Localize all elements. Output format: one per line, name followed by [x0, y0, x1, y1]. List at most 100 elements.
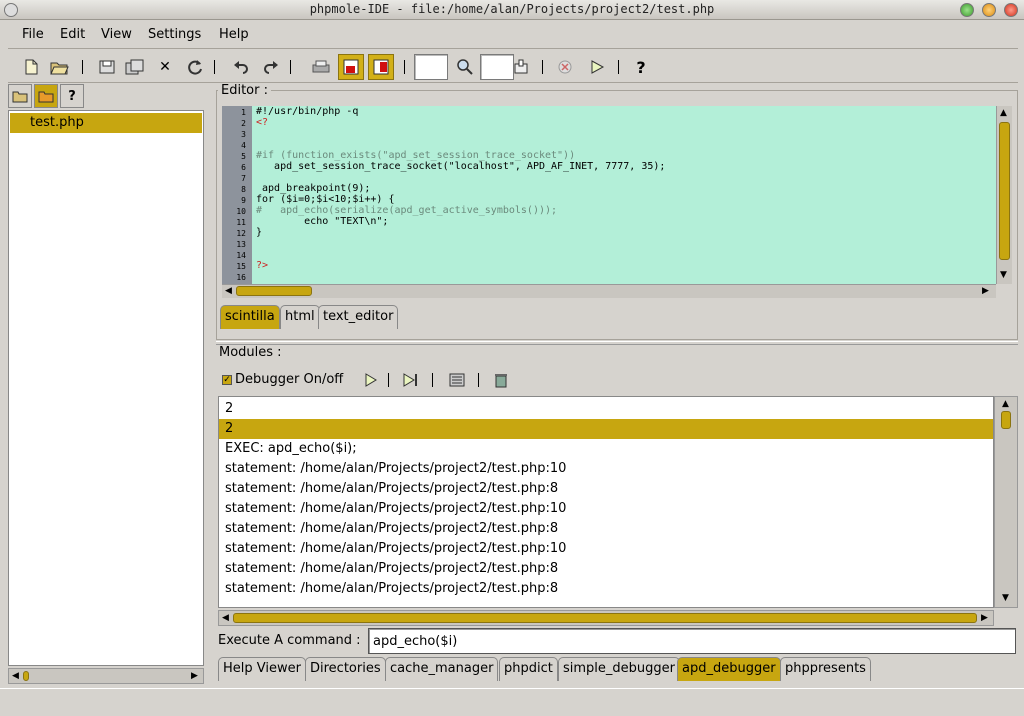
tab-simple-debugger[interactable]: simple_debugger: [558, 657, 680, 681]
split-view-alt-icon[interactable]: [368, 54, 394, 80]
redo-icon[interactable]: [258, 54, 284, 80]
output-line[interactable]: statement: /home/alan/Projects/project2/…: [219, 579, 993, 599]
menu-view[interactable]: View: [101, 27, 132, 42]
scroll-thumb[interactable]: [233, 613, 977, 623]
scroll-left-icon[interactable]: ◀: [222, 613, 229, 623]
zoom-icon[interactable]: [452, 54, 478, 80]
output-line[interactable]: 2: [219, 399, 993, 419]
menu-edit[interactable]: Edit: [60, 27, 85, 42]
toolbar-separator: [290, 60, 291, 74]
file-list-item[interactable]: test.php: [10, 113, 202, 133]
scroll-up-icon[interactable]: ▲: [1000, 108, 1007, 118]
output-line[interactable]: statement: /home/alan/Projects/project2/…: [219, 559, 993, 579]
debugger-output-list[interactable]: 2 2 EXEC: apd_echo($i); statement: /home/al…: [218, 396, 994, 608]
output-line[interactable]: statement: /home/alan/Projects/project2/…: [219, 499, 993, 519]
debugger-checkbox[interactable]: ✓: [222, 375, 232, 385]
tab-text-editor[interactable]: text_editor: [318, 305, 399, 329]
code-line: # apd_echo(serialize(apd_get_active_symb…: [256, 205, 558, 216]
project-tab-icon[interactable]: [34, 84, 58, 108]
menu-file[interactable]: File: [22, 27, 44, 42]
close-window-icon[interactable]: [1004, 3, 1018, 17]
save-all-icon[interactable]: [122, 54, 148, 80]
trash-icon[interactable]: [488, 367, 514, 393]
output-line[interactable]: statement: /home/alan/Projects/project2/…: [219, 519, 993, 539]
scroll-thumb[interactable]: [999, 122, 1010, 260]
minimize-icon[interactable]: [960, 3, 974, 17]
tab-scintilla[interactable]: scintilla: [220, 305, 280, 329]
editor-label: Editor :: [218, 83, 271, 98]
code-line: echo "TEXT\n";: [256, 216, 389, 227]
scroll-right-icon[interactable]: ▶: [981, 613, 988, 623]
scroll-left-icon[interactable]: ◀: [225, 286, 232, 296]
window-menu-icon[interactable]: [4, 3, 18, 17]
zoom-field[interactable]: [414, 54, 448, 80]
menubar: File Edit View Settings Help: [8, 24, 1018, 46]
code-editor[interactable]: 1 2 3 4 5 6 7 8 9 10 11 12 13 14 15 16 #!/usr/bin/php -…: [222, 106, 996, 284]
print-icon[interactable]: [308, 54, 334, 80]
reload-icon[interactable]: [182, 54, 208, 80]
folder-tab-icon[interactable]: [8, 84, 32, 108]
tab-phppresents[interactable]: phppresents: [780, 657, 871, 681]
line-number: 8: [241, 185, 246, 194]
tab-help-viewer[interactable]: Help Viewer: [218, 657, 306, 681]
output-vertical-scrollbar[interactable]: ▲ ▼: [994, 396, 1018, 608]
main-toolbar: ✕ ?: [8, 52, 1018, 82]
tab-cache-manager[interactable]: cache_manager: [385, 657, 499, 681]
undo-icon[interactable]: [228, 54, 254, 80]
menu-help[interactable]: Help: [219, 27, 249, 42]
status-bar: [0, 688, 1024, 716]
line-number: 3: [241, 130, 246, 139]
line-number: 9: [241, 196, 246, 205]
horizontal-splitter[interactable]: [216, 341, 1018, 345]
command-input[interactable]: [368, 628, 1016, 654]
tab-apd-debugger[interactable]: apd_debugger: [677, 657, 781, 681]
output-line[interactable]: statement: /home/alan/Projects/project2/…: [219, 479, 993, 499]
toolbar-separator: [388, 373, 389, 387]
scroll-down-icon[interactable]: ▼: [1002, 593, 1009, 603]
scroll-right-icon[interactable]: ▶: [982, 286, 989, 296]
debugger-toggle-label[interactable]: Debugger On/off: [235, 372, 343, 387]
close-icon[interactable]: ✕: [152, 54, 178, 80]
editor-vertical-scrollbar[interactable]: ▲ ▼: [996, 106, 1012, 284]
pane-splitter[interactable]: [208, 84, 214, 684]
goto-icon[interactable]: [508, 54, 534, 80]
new-file-icon[interactable]: [18, 54, 44, 80]
line-number: 13: [236, 240, 246, 249]
scroll-right-icon[interactable]: ▶: [191, 671, 198, 681]
scroll-thumb[interactable]: [236, 286, 312, 296]
menu-settings[interactable]: Settings: [148, 27, 201, 42]
run-icon[interactable]: [584, 54, 610, 80]
code-line: apd_set_session_trace_socket("localhost"…: [256, 161, 666, 172]
code-line: }: [256, 227, 263, 238]
output-line[interactable]: EXEC: apd_echo($i);: [219, 439, 993, 459]
left-help-tab[interactable]: ?: [60, 84, 84, 108]
scroll-down-icon[interactable]: ▼: [1000, 270, 1007, 280]
tab-phpdict[interactable]: phpdict: [499, 657, 558, 681]
scroll-up-icon[interactable]: ▲: [1002, 399, 1009, 409]
output-line[interactable]: statement: /home/alan/Projects/project2/…: [219, 539, 993, 559]
help-icon[interactable]: ?: [628, 54, 654, 80]
scroll-thumb[interactable]: [23, 671, 29, 681]
code-line: for ($i=0;$i<10;$i++) {: [256, 194, 395, 205]
step-icon[interactable]: [398, 367, 424, 393]
left-horizontal-scrollbar[interactable]: ◀ ▶: [8, 668, 204, 684]
stop-icon[interactable]: [552, 54, 578, 80]
toolbar-separator: [82, 60, 83, 74]
split-view-icon[interactable]: [338, 54, 364, 80]
line-number: 2: [241, 119, 246, 128]
maximize-icon[interactable]: [982, 3, 996, 17]
output-line[interactable]: 2: [219, 419, 993, 439]
line-number: 1: [241, 108, 246, 117]
tab-html[interactable]: html: [280, 305, 320, 329]
tab-directories[interactable]: Directories: [305, 657, 386, 681]
output-horizontal-scrollbar[interactable]: ◀ ▶: [218, 610, 994, 626]
scroll-thumb[interactable]: [1001, 411, 1011, 429]
save-icon[interactable]: [94, 54, 120, 80]
debug-run-icon[interactable]: [358, 367, 384, 393]
output-line[interactable]: statement: /home/alan/Projects/project2/…: [219, 459, 993, 479]
symbols-icon[interactable]: [444, 367, 470, 393]
open-file-icon[interactable]: [46, 54, 72, 80]
editor-horizontal-scrollbar[interactable]: ◀ ▶: [222, 284, 996, 298]
left-panel-tabs: ?: [8, 84, 88, 110]
scroll-left-icon[interactable]: ◀: [12, 671, 19, 681]
